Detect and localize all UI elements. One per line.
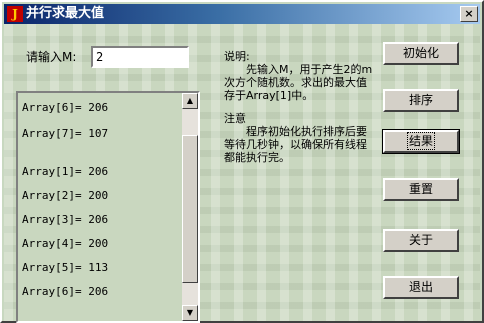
client-area: 请输入M: 2 Array[6]= 206 Array[7]= 107 Arra… <box>4 24 480 323</box>
description-body: 先输入M，用于产生2的m次方个随机数。求出的最大值存于Array[1]中。 <box>224 63 373 102</box>
input-m-label: 请输入M: <box>26 50 77 64</box>
list-item: Array[5]= 113 <box>22 261 109 274</box>
m-input[interactable]: 2 <box>91 46 189 68</box>
note: 注意 程序初始化执行排序后要等待几秒钟，以确保所有线程都能执行完。 <box>224 112 374 164</box>
list-item: Array[3]= 206 <box>22 213 109 226</box>
about-button[interactable]: 关于 <box>383 229 459 252</box>
scroll-thumb[interactable] <box>182 135 198 283</box>
result-list[interactable]: Array[6]= 206 Array[7]= 107 Array[1]= 20… <box>16 91 200 323</box>
scroll-down-icon[interactable]: ▼ <box>182 305 198 321</box>
result-button[interactable]: 结果 <box>382 129 460 154</box>
vertical-scrollbar[interactable]: ▲ ▼ <box>182 93 198 321</box>
app-icon: J <box>7 6 23 22</box>
list-item: Array[6]= 206 <box>22 101 109 114</box>
list-item: Array[4]= 200 <box>22 237 109 250</box>
sort-button[interactable]: 排序 <box>383 89 459 112</box>
scroll-up-icon[interactable]: ▲ <box>182 93 198 109</box>
note-body: 程序初始化执行排序后要等待几秒钟，以确保所有线程都能执行完。 <box>224 125 367 164</box>
list-item: Array[2]= 200 <box>22 189 109 202</box>
description-heading: 说明: <box>224 50 250 63</box>
result-button-label: 结果 <box>406 132 436 150</box>
reset-button[interactable]: 重置 <box>383 178 459 201</box>
note-heading: 注意 <box>224 112 246 125</box>
exit-button[interactable]: 退出 <box>383 276 459 299</box>
window-title: 并行求最大值 <box>26 6 105 21</box>
list-item: Array[1]= 206 <box>22 165 109 178</box>
title-bar[interactable]: J 并行求最大值 × <box>4 4 480 24</box>
init-button[interactable]: 初始化 <box>383 42 459 65</box>
main-window: J 并行求最大值 × 请输入M: 2 Array[6]= 206 Array[7… <box>0 0 484 323</box>
list-item: Array[7]= 107 <box>22 127 109 140</box>
list-item: Array[6]= 206 <box>22 285 109 298</box>
description: 说明: 先输入M，用于产生2的m次方个随机数。求出的最大值存于Array[1]中… <box>224 50 374 102</box>
close-icon[interactable]: × <box>460 6 478 22</box>
